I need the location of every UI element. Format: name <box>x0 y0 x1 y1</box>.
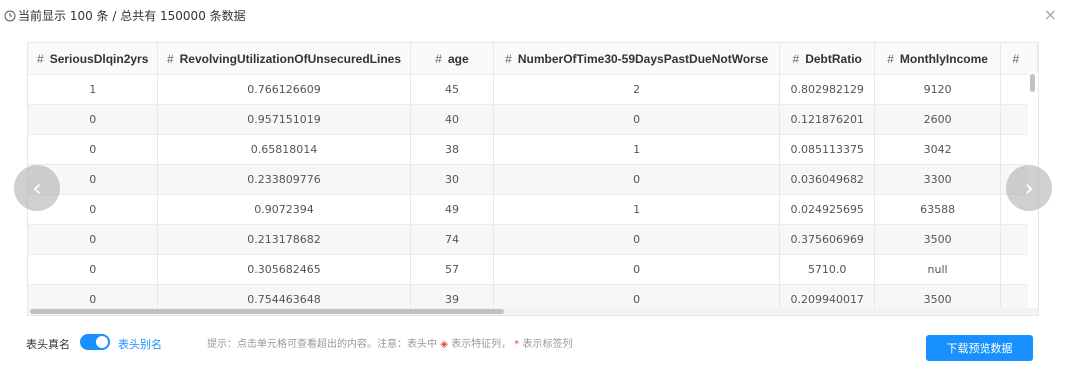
table-row: 0 0.9072394 49 1 0.024925695 63588 <box>28 194 1038 225</box>
table-cell[interactable]: 0.957151019 <box>157 104 411 135</box>
column-header[interactable]: # MonthlyIncome <box>874 43 1001 75</box>
previous-arrow-button[interactable]: ‹ <box>14 165 60 211</box>
table-row: 0 0.213178682 74 0 0.375606969 3500 <box>28 224 1038 255</box>
hint-part-3: 表示标签列 <box>522 339 573 350</box>
table-cell[interactable]: 0 <box>28 224 159 255</box>
numeric-type-icon: # <box>887 51 894 66</box>
header-alias-label: 表头别名 <box>118 338 162 351</box>
column-header[interactable]: # SeriousDlqin2yrs <box>28 43 159 75</box>
table-cell[interactable]: 3300 <box>874 164 1001 195</box>
table-cell[interactable]: 9120 <box>874 74 1001 105</box>
clock-icon <box>4 10 16 21</box>
horizontal-scrollbar-thumb[interactable] <box>30 309 504 314</box>
header-real-name-label: 表头真名 <box>26 338 70 351</box>
table-row: 0 0.305682465 57 0 5710.0 null <box>28 254 1038 285</box>
table-cell[interactable]: 3042 <box>874 134 1001 165</box>
record-count-info: 当前显示 100 条 / 总共有 150000 条数据 <box>4 7 246 24</box>
column-header-label: NumberOfTime30-59DaysPastDueNotWorse <box>517 51 769 66</box>
table-cell[interactable]: 0 <box>493 104 780 135</box>
numeric-type-icon: # <box>505 51 512 66</box>
numeric-type-icon: # <box>792 51 800 66</box>
hint-part-2: 表示特征列， <box>451 339 512 350</box>
column-header[interactable]: # age <box>410 43 495 75</box>
table-cell[interactable]: 0 <box>28 104 159 135</box>
table-cell[interactable]: 0 <box>493 254 780 285</box>
data-preview-table: # SeriousDlqin2yrs # RevolvingUtilizationOf… <box>27 42 1039 316</box>
feature-column-icon: ◈ <box>440 339 448 350</box>
table-cell[interactable]: 0.766126609 <box>157 74 411 105</box>
column-header[interactable]: # RevolvingUtilizationOfUnsecuredLines <box>157 43 411 75</box>
table-cell[interactable]: 0.121876201 <box>779 104 876 135</box>
numeric-type-icon: # <box>166 51 174 66</box>
header-name-toggle[interactable] <box>80 334 110 350</box>
table-row: 0 0.65818014 38 1 0.085113375 3042 <box>28 134 1038 165</box>
table-cell[interactable]: 0.802982129 <box>779 74 876 105</box>
table-cell[interactable]: 0.375606969 <box>779 224 876 255</box>
column-header[interactable]: # NumberOfTime30-59DaysPastDueNotWorse <box>493 43 780 75</box>
column-header[interactable]: # DebtRatio <box>779 43 876 75</box>
column-header-label: age <box>447 51 469 66</box>
record-count-text: 当前显示 100 条 / 总共有 150000 条数据 <box>18 9 246 23</box>
table-cell[interactable]: null <box>874 254 1001 285</box>
table-cell[interactable]: 2 <box>493 74 780 105</box>
close-icon[interactable]: × <box>1044 5 1057 24</box>
table-row: 0 0.957151019 40 0 0.121876201 2600 <box>28 104 1038 135</box>
column-header-label: RevolvingUtilizationOfUnsecuredLines <box>179 51 401 66</box>
table-row: 0 0.233809776 30 0 0.036049682 3300 <box>28 164 1038 195</box>
table-cell[interactable]: 0.036049682 <box>779 164 876 195</box>
table-cell[interactable]: 0 <box>493 164 780 195</box>
table-cell[interactable]: 2600 <box>874 104 1001 135</box>
table-cell[interactable]: 0.233809776 <box>157 164 411 195</box>
column-header-label: DebtRatio <box>805 51 862 66</box>
table-cell[interactable]: 0.65818014 <box>157 134 411 165</box>
table-cell[interactable]: 3500 <box>874 224 1001 255</box>
table-cell[interactable]: 0 <box>493 224 780 255</box>
table-cell[interactable]: 45 <box>410 74 495 105</box>
table-cell[interactable]: 1 <box>493 194 780 225</box>
vertical-scrollbar-thumb[interactable] <box>1030 74 1035 92</box>
table-cell[interactable]: 38 <box>410 134 495 165</box>
table-cell[interactable]: 40 <box>410 104 495 135</box>
numeric-type-icon: # <box>1012 51 1020 66</box>
data-grid: # SeriousDlqin2yrs # RevolvingUtilizationOf… <box>28 43 1038 315</box>
table-cell[interactable]: 0.085113375 <box>779 134 876 165</box>
table-cell[interactable]: 0.9072394 <box>157 194 411 225</box>
numeric-type-icon: # <box>37 51 44 66</box>
table-cell[interactable]: 0.213178682 <box>157 224 411 255</box>
toggle-knob <box>96 336 108 348</box>
footer-bar: 表头真名 表头别名 提示：点击单元格可查看超出的内容。注意：表头中 ◈ 表示特征… <box>0 326 1065 366</box>
chevron-left-icon: ‹ <box>32 174 42 202</box>
table-cell[interactable]: 30 <box>410 164 495 195</box>
horizontal-scrollbar[interactable] <box>28 308 1038 315</box>
table-cell[interactable]: 63588 <box>874 194 1001 225</box>
table-row: 1 0.766126609 45 2 0.802982129 9120 <box>28 74 1038 105</box>
label-column-star: * <box>514 339 520 350</box>
table-cell[interactable]: 0.024925695 <box>779 194 876 225</box>
table-cell[interactable]: 5710.0 <box>779 254 876 285</box>
column-header-label: SeriousDlqin2yrs <box>49 51 149 66</box>
table-header-row: # SeriousDlqin2yrs # RevolvingUtilizationOf… <box>28 43 1038 75</box>
download-preview-button[interactable]: 下载预览数据 <box>926 335 1033 361</box>
table-cell[interactable]: 74 <box>410 224 495 255</box>
numeric-type-icon: # <box>435 51 442 66</box>
column-header[interactable]: # <box>1000 43 1038 75</box>
top-bar: 当前显示 100 条 / 总共有 150000 条数据 × <box>0 0 1065 30</box>
hint-text: 提示：点击单元格可查看超出的内容。注意：表头中 ◈ 表示特征列， * 表示标签列 <box>207 335 572 350</box>
table-cell[interactable]: 0 <box>28 134 159 165</box>
table-cell[interactable]: 57 <box>410 254 495 285</box>
next-arrow-button[interactable]: › <box>1006 165 1052 211</box>
chevron-right-icon: › <box>1024 174 1034 202</box>
column-header-label: MonthlyIncome <box>899 51 988 66</box>
table-cell[interactable]: 0.305682465 <box>157 254 411 285</box>
hint-part-1: 提示：点击单元格可查看超出的内容。注意：表头中 <box>207 339 437 350</box>
table-cell[interactable]: 0 <box>28 254 159 285</box>
table-cell[interactable]: 1 <box>28 74 159 105</box>
table-cell[interactable]: 1 <box>493 134 780 165</box>
table-cell[interactable]: 49 <box>410 194 495 225</box>
